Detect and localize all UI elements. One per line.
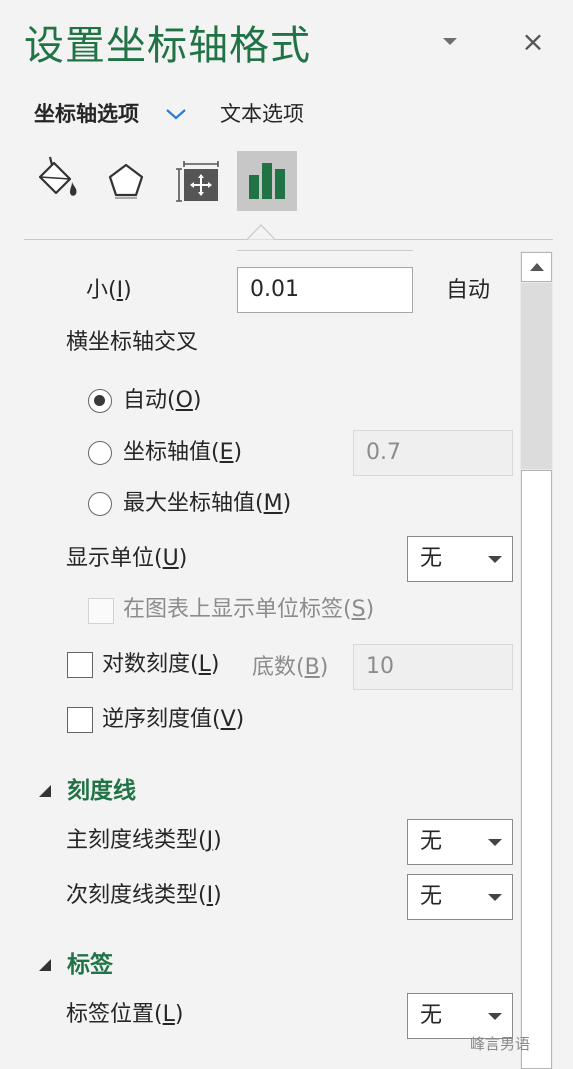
minor-tick-type-select[interactable]: 无: [407, 874, 513, 920]
minor-tick-type-label: 次刻度线类型(I): [66, 883, 222, 908]
log-scale-checkbox[interactable]: [67, 652, 93, 678]
display-units-select[interactable]: 无: [407, 536, 513, 582]
radio-axis-value[interactable]: [88, 441, 112, 465]
scroll-up-button[interactable]: [521, 252, 552, 282]
bar-chart-icon[interactable]: [237, 151, 297, 211]
divider: [237, 250, 413, 251]
radio-auto-label[interactable]: 自动(O): [123, 386, 202, 416]
display-units-value: 无: [420, 546, 443, 571]
dropdown-arrow-icon: [488, 1013, 502, 1020]
dropdown-arrow-icon: [488, 839, 502, 846]
radio-max-axis-value-label[interactable]: 最大坐标轴值(M): [123, 489, 291, 519]
show-units-label-text: 在图表上显示单位标签(S): [123, 597, 375, 622]
log-base-input[interactable]: 10: [353, 644, 513, 690]
pane-title: 设置坐标轴格式: [24, 23, 311, 69]
watermark: 峰言男语: [470, 1035, 531, 1053]
dropdown-arrow-icon: [488, 894, 502, 901]
close-icon[interactable]: ×: [520, 24, 546, 60]
display-units-label: 显示单位(U): [66, 546, 188, 571]
pentagon-icon[interactable]: [96, 151, 156, 211]
radio-axis-value-label[interactable]: 坐标轴值(E): [123, 438, 242, 468]
selected-tab-indicator: [247, 224, 275, 240]
collapse-triangle-icon[interactable]: [39, 959, 51, 971]
label-position-label: 标签位置(L): [66, 1002, 184, 1027]
radio-max-axis-value[interactable]: [88, 492, 112, 516]
labels-section-title[interactable]: 标签: [67, 950, 113, 980]
scroll-thumb[interactable]: [521, 470, 552, 1069]
tick-marks-section-title[interactable]: 刻度线: [67, 776, 136, 806]
chevron-down-icon[interactable]: [164, 104, 188, 124]
label-position-value: 无: [420, 1003, 443, 1028]
major-tick-type-select[interactable]: 无: [407, 819, 513, 865]
dropdown-arrow-icon: [488, 556, 502, 563]
radio-auto[interactable]: [88, 389, 112, 413]
minor-unit-auto-button[interactable]: 自动: [446, 276, 490, 306]
minor-unit-label: 小(I): [86, 278, 132, 303]
tab-axis-options[interactable]: 坐标轴选项: [34, 98, 139, 130]
major-tick-type-label: 主刻度线类型(J): [66, 828, 222, 853]
log-scale-label[interactable]: 对数刻度(L): [102, 650, 219, 680]
axis-value-input[interactable]: 0.7: [353, 430, 513, 476]
reverse-order-checkbox[interactable]: [67, 707, 93, 733]
major-tick-type-value: 无: [420, 829, 443, 854]
size-properties-icon[interactable]: [170, 151, 230, 211]
show-units-label-checkbox[interactable]: [88, 598, 114, 624]
paint-bucket-icon[interactable]: [28, 151, 88, 211]
tab-separator: [24, 239, 553, 240]
scroll-track-upper[interactable]: [521, 283, 552, 469]
collapse-triangle-icon[interactable]: [39, 785, 51, 797]
minor-tick-type-value: 无: [420, 884, 443, 909]
reverse-order-label[interactable]: 逆序刻度值(V): [102, 705, 244, 735]
axis-cross-heading: 横坐标轴交叉: [66, 330, 199, 355]
chevron-down-icon[interactable]: [443, 38, 457, 45]
minor-unit-input[interactable]: 0.01: [237, 267, 413, 313]
log-base-label: 底数(B): [252, 655, 329, 680]
tab-text-options[interactable]: 文本选项: [220, 98, 304, 130]
